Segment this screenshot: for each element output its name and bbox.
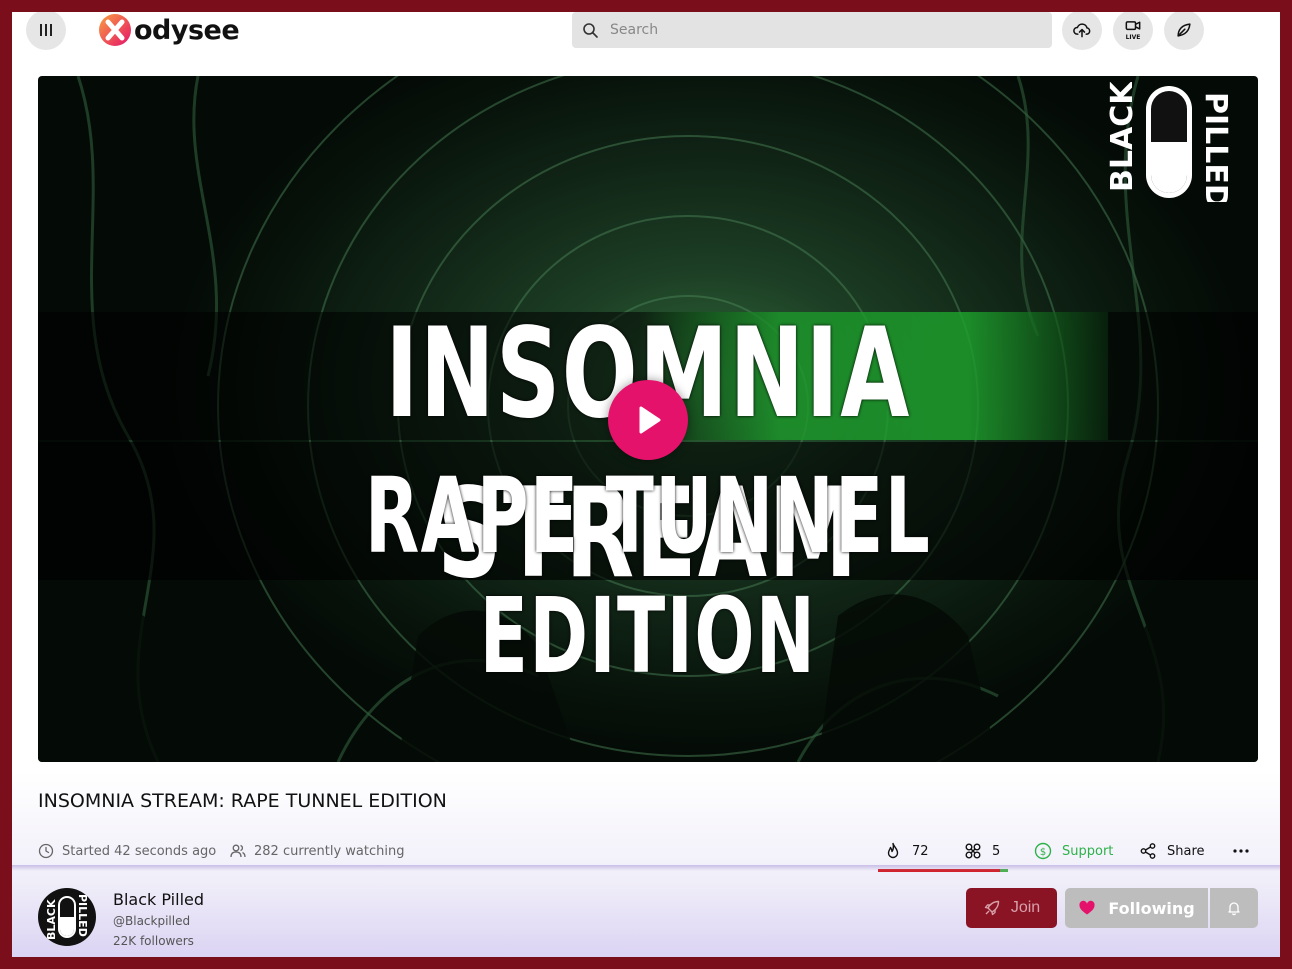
following-button[interactable]: Following	[1065, 888, 1208, 928]
support-icon: $	[1034, 842, 1052, 860]
join-button[interactable]: Join	[966, 888, 1057, 928]
rocket-icon	[984, 900, 1000, 916]
menu-button[interactable]	[26, 12, 66, 50]
share-icon	[1140, 843, 1156, 859]
clock-icon	[38, 843, 54, 859]
search-icon	[583, 23, 598, 38]
bell-icon	[1228, 902, 1240, 916]
started-time: Started 42 seconds ago	[38, 842, 216, 860]
header: odysee LIVE	[12, 12, 1280, 60]
search-bar[interactable]	[572, 12, 1052, 48]
thumbnail-title-line2: RAPE TUNNEL EDITION	[364, 455, 932, 697]
publish-icon	[1177, 23, 1191, 37]
odysee-logo[interactable]: odysee	[98, 12, 240, 48]
logo-text: odysee	[134, 14, 240, 46]
odysee-logo-icon	[99, 14, 131, 46]
slime-reaction-button[interactable]: 5	[964, 841, 1000, 861]
channel-name[interactable]: Black Pilled	[113, 890, 204, 909]
viewers-icon	[230, 844, 246, 858]
upload-icon	[1073, 23, 1091, 38]
video-title: INSOMNIA STREAM: RAPE TUNNEL EDITION	[38, 790, 447, 812]
go-live-button[interactable]: LIVE	[1113, 12, 1153, 50]
black-pilled-logo: BLACK PILLED	[1105, 82, 1233, 202]
play-button[interactable]	[608, 380, 688, 460]
fire-icon	[887, 842, 899, 859]
page-frame: odysee LIVE	[12, 12, 1280, 957]
svg-text:BLACK: BLACK	[45, 899, 58, 940]
channel-followers: 22K followers	[113, 934, 194, 948]
svg-text:$: $	[1040, 847, 1046, 858]
go-live-icon	[1125, 21, 1141, 31]
viewer-count: 282 currently watching	[230, 842, 404, 860]
slime-icon	[965, 843, 981, 859]
channel-avatar[interactable]: BLACK PILLED	[38, 888, 96, 946]
upload-button[interactable]	[1062, 12, 1102, 50]
share-button[interactable]: Share	[1139, 841, 1205, 861]
support-button[interactable]: $ Support	[1034, 841, 1113, 861]
video-player[interactable]: INSOMNIA STREAM RAPE TUNNEL EDITION BLAC…	[38, 76, 1258, 762]
fire-reaction-button[interactable]: 72	[884, 841, 929, 861]
channel-handle: @Blackpilled	[113, 914, 191, 928]
search-input[interactable]	[608, 21, 1032, 39]
notification-bell-button[interactable]	[1210, 888, 1258, 928]
publish-button[interactable]	[1164, 12, 1204, 50]
menu-icon	[40, 24, 42, 36]
more-options-button[interactable]	[1232, 841, 1250, 861]
svg-text:PILLED: PILLED	[1198, 92, 1233, 202]
svg-text:PILLED: PILLED	[76, 894, 89, 937]
black-pilled-avatar-icon: BLACK PILLED	[45, 894, 89, 940]
more-icon	[1233, 849, 1249, 853]
play-icon	[639, 406, 661, 434]
live-label: LIVE	[1125, 34, 1141, 41]
heart-icon	[1079, 900, 1095, 915]
svg-text:BLACK: BLACK	[1105, 82, 1140, 192]
